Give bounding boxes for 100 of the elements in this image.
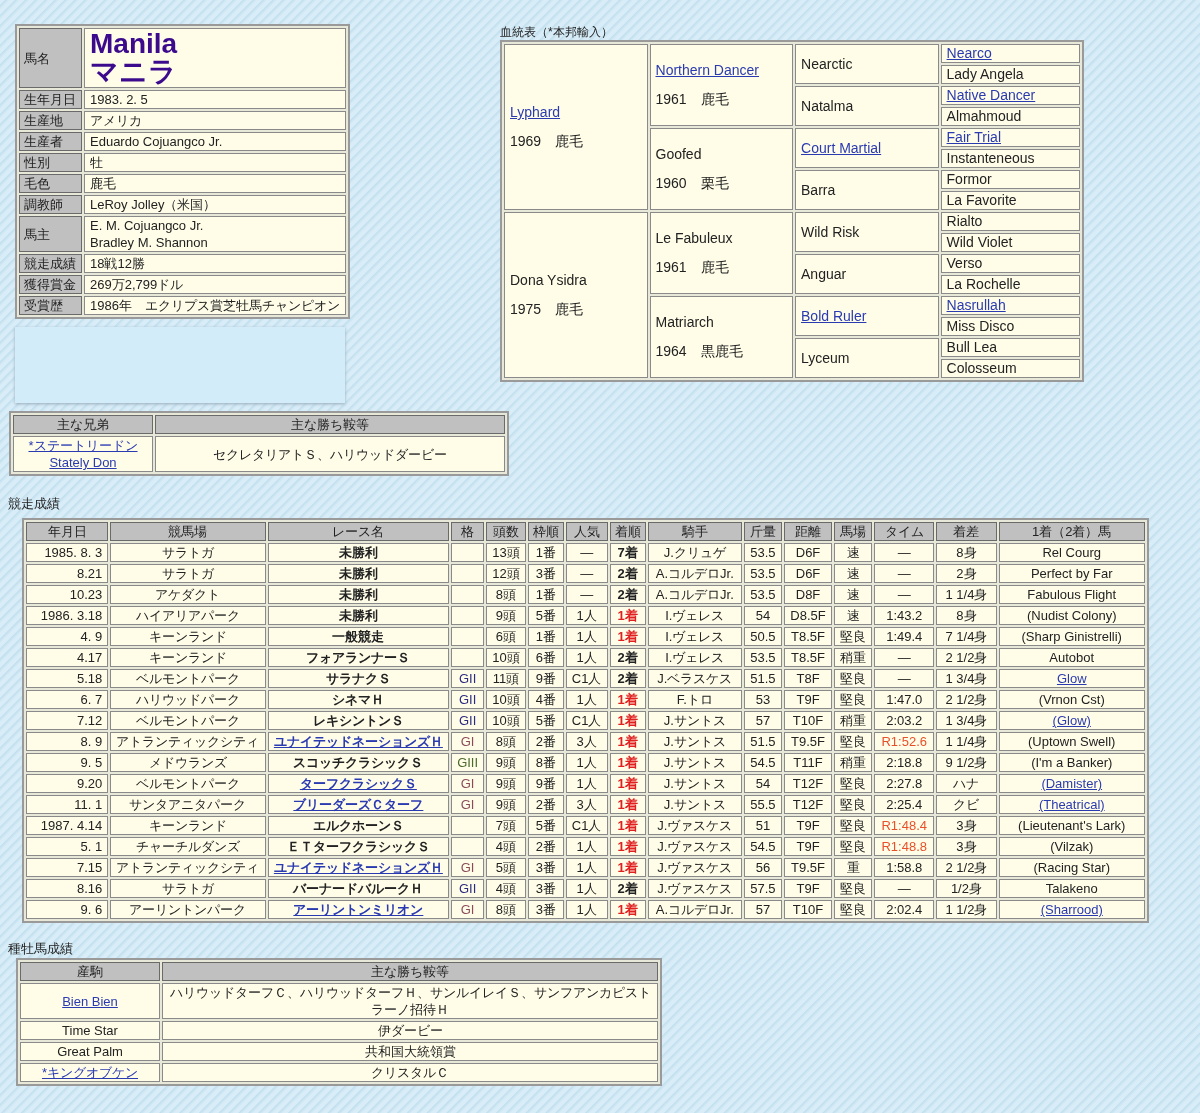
table-cell: 3身 — [936, 816, 997, 835]
table-cell: 1 1/2身 — [936, 900, 997, 919]
column-header: 主な勝ち鞍等 — [162, 962, 658, 981]
table-cell: セクレタリアトＳ、ハリウッドダービー — [155, 436, 505, 472]
table-cell: 9 1/2身 — [936, 753, 997, 772]
horse-link[interactable]: (Glow) — [1052, 713, 1091, 728]
grade-cell: GI — [451, 900, 485, 919]
table-cell: T8.5F — [783, 648, 833, 667]
race-link[interactable]: ブリーダーズＣターフ — [293, 797, 424, 812]
race-link[interactable]: ターフクラシックＳ — [299, 776, 417, 791]
horse-link[interactable]: (Sharrood) — [1040, 902, 1103, 917]
birth-info: 1969 鹿毛 — [510, 133, 585, 150]
sibling-link[interactable]: Stately Don — [49, 455, 117, 470]
table-cell: (Uptown Swell) — [998, 732, 1145, 751]
finish-cell: 1着 — [609, 732, 646, 751]
race-link[interactable]: ユナイテッドネーションズＨ — [273, 860, 443, 875]
finish-cell: 2着 — [609, 648, 646, 667]
table-cell: 1人 — [565, 753, 608, 772]
table-cell: 53 — [743, 690, 782, 709]
table-cell: レキシントンＳ — [267, 711, 450, 730]
horse-link[interactable]: Nearco — [946, 45, 992, 61]
table-cell: ハリウッドターフＣ、ハリウッドターフＨ、サンルイレイＳ、サンフアンカピストラーノ招待Ｈ — [162, 983, 658, 1019]
column-header: 斤量 — [743, 522, 782, 541]
section-title: 種牡馬成績 — [8, 941, 74, 957]
table-cell: (Vilzak) — [998, 837, 1145, 856]
horse-link[interactable]: Bold Ruler — [801, 307, 867, 324]
table-cell: I.ヴェレス — [647, 606, 742, 625]
table-cell: 5頭 — [486, 858, 526, 877]
horse-link[interactable]: (Damister) — [1041, 776, 1103, 791]
finish-cell: 1着 — [609, 690, 646, 709]
table-cell: 9. 5 — [26, 753, 109, 772]
offspring-link[interactable]: *キングオブケン — [41, 1065, 139, 1080]
table-cell: ＥＴターフクラシックＳ — [267, 837, 450, 856]
table-cell: 堅良 — [834, 627, 873, 646]
table-cell: 54.5 — [743, 753, 782, 772]
table-cell: J.ヴァスケス — [647, 858, 742, 877]
table-cell: 1番 — [527, 585, 564, 604]
finish-cell: 1着 — [609, 711, 646, 730]
table-cell: R1:48.4 — [874, 816, 935, 835]
table-cell: 10頭 — [486, 711, 526, 730]
horse-link[interactable]: Court Martial — [801, 139, 882, 156]
horse-name: Natalma — [801, 97, 855, 115]
table-cell: — — [874, 543, 935, 562]
sibling-link[interactable]: *ステートリードン — [28, 438, 138, 453]
label-cell: 性別 — [19, 153, 82, 172]
horse-link[interactable]: Glow — [1056, 671, 1087, 686]
table-cell: 11. 1 — [26, 795, 109, 814]
table-cell: Talakeno — [998, 879, 1145, 898]
horse-link[interactable]: Northern Dancer — [655, 62, 759, 78]
horse-link[interactable]: Native Dancer — [946, 87, 1036, 103]
table-cell: 1人 — [565, 627, 608, 646]
table-cell: 2身 — [936, 564, 997, 583]
table-cell: D6F — [783, 564, 833, 583]
table-cell: 10.23 — [26, 585, 109, 604]
table-cell: 8頭 — [486, 732, 526, 751]
table-cell: 1:49.4 — [874, 627, 935, 646]
birth-info: 1961 鹿毛 — [655, 259, 730, 276]
table-cell: C1人 — [565, 816, 608, 835]
table-cell: 1987. 4.14 — [26, 816, 109, 835]
race-link[interactable]: ユナイテッドネーションズＨ — [273, 734, 443, 749]
table-cell: I.ヴェレス — [647, 648, 742, 667]
horse-link[interactable]: Fair Trial — [946, 129, 1001, 145]
race-link[interactable]: アーリントンミリオン — [293, 902, 424, 917]
table-cell: 9. 6 — [26, 900, 109, 919]
table-cell: (I'm a Banker) — [998, 753, 1145, 772]
horse-link[interactable]: (Theatrical) — [1038, 797, 1105, 812]
horse-link[interactable]: Nasrullah — [946, 297, 1006, 313]
table-cell: ベルモントパーク — [110, 711, 266, 730]
table-cell: 未勝利 — [267, 606, 450, 625]
column-header: 着順 — [609, 522, 646, 541]
horse-name: Wild Risk — [801, 223, 861, 241]
table-cell: 9.20 — [26, 774, 109, 793]
table-cell: エルクホーンＳ — [267, 816, 450, 835]
table-cell: 4. 9 — [26, 627, 109, 646]
table-cell: 1 1/4身 — [936, 585, 997, 604]
table-cell: 8. 9 — [26, 732, 109, 751]
table-cell: キーンランド — [110, 648, 266, 667]
table-cell: 8.21 — [26, 564, 109, 583]
table-cell: 13頭 — [486, 543, 526, 562]
column-header: 距離 — [783, 522, 833, 541]
offspring-name: Time Star — [62, 1023, 118, 1038]
table-cell: 2 1/2身 — [936, 858, 997, 877]
horse-link[interactable]: Lyphard — [510, 104, 561, 120]
table-cell: J.サントス — [647, 774, 742, 793]
table-cell: 3人 — [565, 732, 608, 751]
table-cell: 2:27.8 — [874, 774, 935, 793]
table-cell: 51.5 — [743, 669, 782, 688]
horse-name: Nearctic — [801, 55, 854, 73]
table-cell: 1番 — [527, 627, 564, 646]
offspring-link[interactable]: Bien Bien — [62, 993, 118, 1009]
table-cell: J.ベラスケス — [647, 669, 742, 688]
label-cell: 毛色 — [19, 174, 82, 193]
table-cell: 1:58.8 — [874, 858, 935, 877]
table-cell: 堅良 — [834, 774, 873, 793]
table-cell: アケダクト — [110, 585, 266, 604]
finish-cell: 2着 — [609, 564, 646, 583]
table-cell: 3番 — [527, 858, 564, 877]
table-cell: 57 — [743, 711, 782, 730]
table-cell: 2番 — [527, 795, 564, 814]
table-cell: T10F — [783, 711, 833, 730]
